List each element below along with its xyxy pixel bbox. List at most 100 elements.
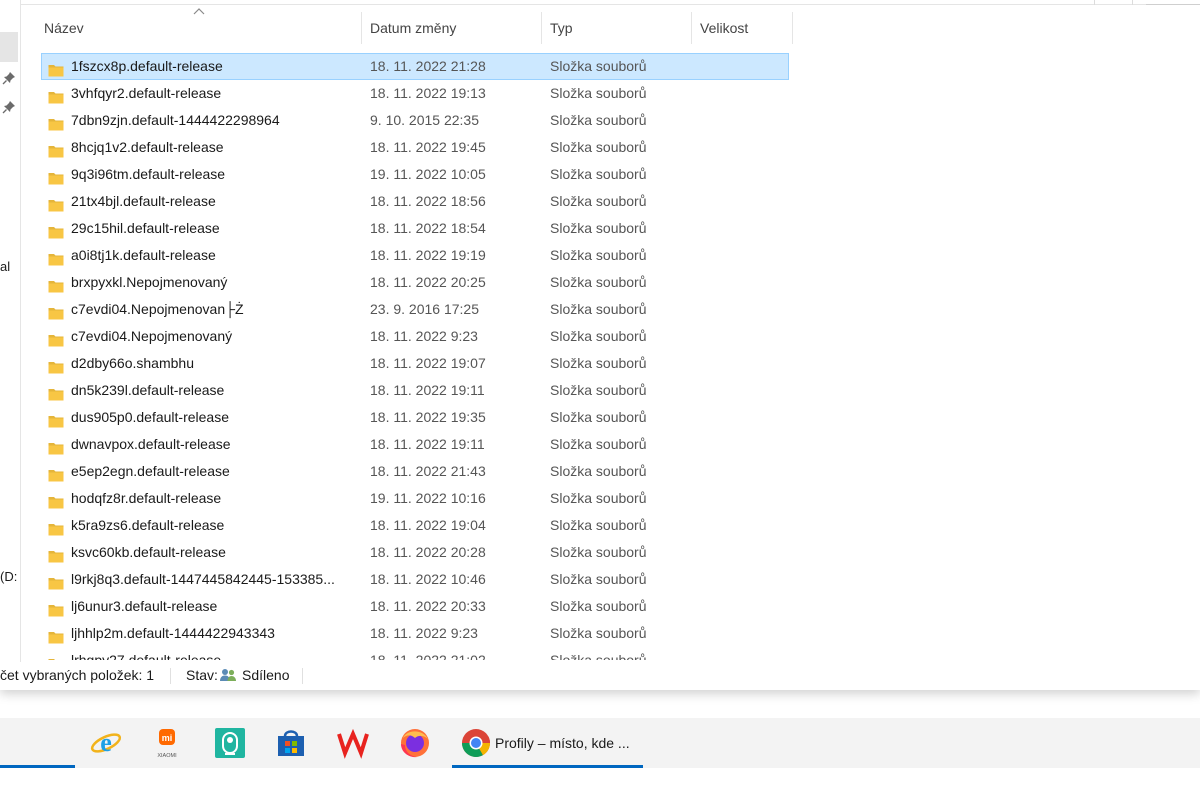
file-name: 29c15hil.default-release	[71, 220, 220, 236]
file-row[interactable]: 29c15hil.default-release 18. 11. 2022 18:…	[40, 215, 800, 242]
file-row[interactable]: d2dby66o.shambhu 18. 11. 2022 19:07 Složka…	[40, 350, 800, 377]
webcam-app-icon[interactable]	[213, 726, 247, 760]
file-date: 18. 11. 2022 21:02	[370, 652, 486, 660]
file-date: 18. 11. 2022 20:25	[370, 274, 486, 290]
xiaomi-label: XIAOMI	[157, 753, 177, 759]
chrome-window-title: Profily – místo, kde ...	[495, 735, 630, 751]
selected-count-text: čet vybraných položek: 1	[0, 667, 155, 683]
microsoft-store-icon[interactable]	[274, 726, 308, 760]
file-row[interactable]: 3vhfqyr2.default-release 18. 11. 2022 19:…	[40, 80, 800, 107]
file-date: 18. 11. 2022 19:19	[370, 247, 486, 263]
file-row[interactable]: c7evdi04.Nepojmenovan├Ż 23. 9. 2016 17:25…	[40, 296, 800, 323]
file-name: c7evdi04.Nepojmenovan├Ż	[71, 301, 244, 317]
folder-icon	[48, 410, 64, 428]
chrome-window-button[interactable]: Profily – místo, kde ...	[452, 718, 643, 768]
file-row[interactable]: a0i8tj1k.default-release 18. 11. 2022 19:…	[40, 242, 800, 269]
file-type: Složka souborů	[550, 436, 647, 452]
file-row[interactable]: 9q3i96tm.default-release 19. 11. 2022 10:…	[40, 161, 800, 188]
file-row[interactable]: k5ra9zs6.default-release 18. 11. 2022 19:…	[40, 512, 800, 539]
folder-icon	[48, 113, 64, 131]
file-name: hodqfz8r.default-release	[71, 490, 222, 506]
status-state-label: Stav:	[186, 667, 218, 683]
folder-icon	[48, 464, 64, 482]
file-type: Složka souborů	[550, 463, 647, 479]
file-name: 9q3i96tm.default-release	[71, 166, 226, 182]
file-date: 18. 11. 2022 20:28	[370, 544, 486, 560]
shared-people-icon	[220, 669, 236, 681]
file-date: 18. 11. 2022 18:54	[370, 220, 486, 236]
svg-text:e: e	[100, 728, 112, 757]
chrome-icon	[462, 729, 490, 757]
folder-icon	[48, 194, 64, 212]
file-row[interactable]: dus905p0.default-release 18. 11. 2022 19:…	[40, 404, 800, 431]
file-date: 19. 11. 2022 10:16	[370, 490, 486, 506]
column-header-label: Název	[44, 20, 84, 36]
file-row[interactable]: 1fszcx8p.default-release 18. 11. 2022 21:…	[40, 53, 800, 80]
file-row[interactable]: lrhgpy27.default-release 18. 11. 2022 21:…	[40, 647, 800, 660]
file-row[interactable]: hodqfz8r.default-release 19. 11. 2022 10:…	[40, 485, 800, 512]
file-name: ljhhlp2m.default-1444422943343	[71, 625, 275, 641]
column-header-date[interactable]: Datum změny	[362, 12, 542, 44]
file-row[interactable]: c7evdi04.Nepojmenovaný 18. 11. 2022 9:23 S…	[40, 323, 800, 350]
file-row[interactable]: dn5k239l.default-release 18. 11. 2022 19:…	[40, 377, 800, 404]
file-name: brxpyxkl.Nepojmenovaný	[71, 274, 228, 290]
column-header-type[interactable]: Typ	[542, 12, 692, 44]
firefox-icon[interactable]	[398, 726, 432, 760]
column-header-label: Velikost	[700, 20, 749, 36]
folder-icon	[48, 356, 64, 374]
file-row[interactable]: 7dbn9zjn.default-1444422298964 9. 10. 201…	[40, 107, 800, 134]
file-name: 7dbn9zjn.default-1444422298964	[71, 112, 280, 128]
folder-icon	[48, 59, 64, 77]
file-date: 18. 11. 2022 9:23	[370, 625, 478, 641]
nav-item-label[interactable]: (D:	[0, 569, 17, 584]
file-type: Složka souborů	[550, 355, 647, 371]
file-row[interactable]: l9rkj8q3.default-1447445842445-153385...…	[40, 566, 800, 593]
file-name: dn5k239l.default-release	[71, 382, 225, 398]
file-type: Složka souborů	[550, 274, 647, 290]
divider	[302, 668, 303, 684]
divider	[1132, 0, 1133, 5]
file-type: Složka souborů	[550, 652, 647, 660]
internet-explorer-icon[interactable]: e	[89, 726, 123, 760]
file-date: 18. 11. 2022 9:23	[370, 328, 478, 344]
file-row[interactable]: lj6unur3.default-release 18. 11. 2022 20:…	[40, 593, 800, 620]
file-date: 18. 11. 2022 18:56	[370, 193, 486, 209]
file-row[interactable]: brxpyxkl.Nepojmenovaný 18. 11. 2022 20:25…	[40, 269, 800, 296]
status-bar: čet vybraných položek: 1 Stav: Sdíleno	[0, 662, 1200, 690]
pin-icon[interactable]	[1, 70, 17, 86]
xiaomi-icon[interactable]: mi XIAOMI	[150, 726, 184, 760]
file-row[interactable]: ksvc60kb.default-release 18. 11. 2022 20:…	[40, 539, 800, 566]
folder-icon	[48, 491, 64, 509]
file-name: l9rkj8q3.default-1447445842445-153385...	[71, 571, 335, 587]
folder-icon	[48, 248, 64, 266]
file-type: Složka souborů	[550, 220, 647, 236]
folder-icon	[48, 437, 64, 455]
file-type: Složka souborů	[550, 247, 647, 263]
column-header-name[interactable]: Název	[36, 12, 362, 44]
file-name: dus905p0.default-release	[71, 409, 230, 425]
folder-icon	[48, 518, 64, 536]
file-row[interactable]: ljhhlp2m.default-1444422943343 18. 11. 20…	[40, 620, 800, 647]
file-name: lj6unur3.default-release	[71, 598, 218, 614]
file-name: a0i8tj1k.default-release	[71, 247, 216, 263]
folder-icon	[48, 626, 64, 644]
toolbar-divider	[20, 4, 1200, 5]
nav-item-label[interactable]: al	[0, 259, 10, 274]
file-row[interactable]: 21tx4bjl.default-release 18. 11. 2022 18:…	[40, 188, 800, 215]
folder-icon	[48, 572, 64, 590]
column-header-size[interactable]: Velikost	[692, 12, 793, 44]
file-row[interactable]: e5ep2egn.default-release 18. 11. 2022 21:…	[40, 458, 800, 485]
file-date: 18. 11. 2022 20:33	[370, 598, 486, 614]
folder-icon	[48, 167, 64, 185]
nav-item-selected[interactable]	[0, 32, 18, 62]
file-row[interactable]: 8hcjq1v2.default-release 18. 11. 2022 19:…	[40, 134, 800, 161]
file-row[interactable]: dwnavpox.default-release 18. 11. 2022 19:…	[40, 431, 800, 458]
pin-icon[interactable]	[1, 99, 17, 115]
file-date: 18. 11. 2022 21:43	[370, 463, 486, 479]
folder-icon	[48, 653, 64, 660]
navigation-pane[interactable]: al (D:	[0, 0, 21, 662]
divider	[1094, 0, 1095, 5]
wps-office-icon[interactable]	[336, 726, 370, 760]
file-type: Složka souborů	[550, 598, 647, 614]
file-type: Složka souborů	[550, 139, 647, 155]
